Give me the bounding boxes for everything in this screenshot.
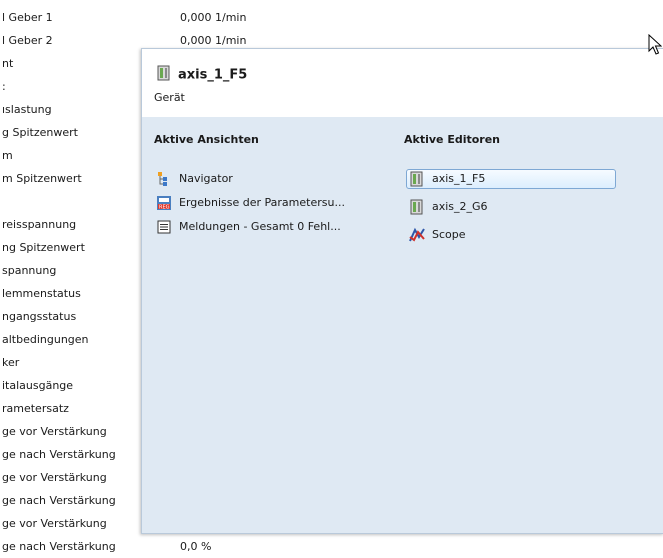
list-item: rametersatz bbox=[2, 402, 69, 415]
list-item: nt bbox=[2, 57, 14, 70]
popup-title: axis_1_F5 bbox=[156, 65, 247, 85]
device-icon bbox=[409, 171, 425, 187]
parameter-value: 0,0 % bbox=[180, 540, 212, 553]
svg-text:REG: REG bbox=[159, 205, 170, 211]
editor-item-label: Scope bbox=[432, 228, 466, 241]
list-item: l Geber 2 bbox=[2, 34, 53, 47]
editor-item-label: axis_2_G6 bbox=[432, 200, 488, 213]
messages-icon bbox=[156, 219, 172, 235]
list-item: : bbox=[2, 80, 6, 93]
view-item-navigator[interactable]: Navigator bbox=[156, 169, 233, 189]
list-item: reisspannung bbox=[2, 218, 77, 231]
editor-item-label: axis_1_F5 bbox=[432, 172, 486, 185]
list-item: ge vor Verstärkung bbox=[2, 425, 107, 438]
editor-item-axis-1-f5[interactable]: axis_1_F5 bbox=[406, 169, 616, 189]
popup-title-text: axis_1_F5 bbox=[178, 67, 248, 83]
list-item bbox=[0, 190, 140, 213]
list-item: ge nach Verstärkung bbox=[2, 540, 116, 553]
popup-subtitle: Gerät bbox=[154, 91, 185, 104]
scope-icon bbox=[409, 227, 425, 243]
parameter-value: 0,000 1/min bbox=[180, 11, 247, 24]
list-item: ngangsstatus bbox=[2, 310, 77, 323]
active-editors-header: Aktive Editoren bbox=[404, 133, 501, 146]
editor-item-axis-2-g6[interactable]: axis_2_G6 bbox=[409, 197, 488, 217]
popup-header: axis_1_F5 Gerät bbox=[142, 49, 663, 117]
view-item-messages[interactable]: Meldungen - Gesamt 0 Fehl... bbox=[156, 217, 341, 237]
list-item: lemmenstatus bbox=[2, 287, 81, 300]
list-item: ng Spitzenwert bbox=[2, 241, 85, 254]
list-item: m Spitzenwert bbox=[2, 172, 82, 185]
view-item-results[interactable]: REG Ergebnisse der Parametersu... bbox=[156, 193, 345, 213]
device-icon bbox=[156, 65, 172, 85]
view-item-label: Navigator bbox=[179, 172, 233, 185]
device-icon bbox=[409, 199, 425, 215]
list-item: ge nach Verstärkung bbox=[2, 494, 116, 507]
mouse-cursor-icon bbox=[648, 34, 662, 55]
window-switcher-popup: axis_1_F5 Gerät Aktive Ansichten Aktive … bbox=[141, 48, 663, 534]
navigator-icon bbox=[156, 171, 172, 187]
active-views-header: Aktive Ansichten bbox=[154, 133, 259, 146]
list-item: ker bbox=[2, 356, 20, 369]
list-item: altbedingungen bbox=[2, 333, 89, 346]
list-item: l Geber 1 bbox=[2, 11, 53, 24]
list-item: ge nach Verstärkung bbox=[2, 448, 116, 461]
list-item: m bbox=[2, 149, 13, 162]
list-item: ıslastung bbox=[2, 103, 52, 116]
view-item-label: Meldungen - Gesamt 0 Fehl... bbox=[179, 220, 341, 233]
list-item: ge vor Verstärkung bbox=[2, 517, 107, 530]
results-icon: REG bbox=[156, 195, 172, 211]
list-item: italausgänge bbox=[2, 379, 74, 392]
list-item: ge vor Verstärkung bbox=[2, 471, 107, 484]
editor-item-scope[interactable]: Scope bbox=[409, 225, 466, 245]
view-item-label: Ergebnisse der Parametersu... bbox=[179, 196, 345, 209]
list-item: spannung bbox=[2, 264, 57, 277]
list-item: g Spitzenwert bbox=[2, 126, 78, 139]
background-parameter-list: l Geber 1 l Geber 2 nt : ıslastung g Spi… bbox=[0, 6, 140, 558]
